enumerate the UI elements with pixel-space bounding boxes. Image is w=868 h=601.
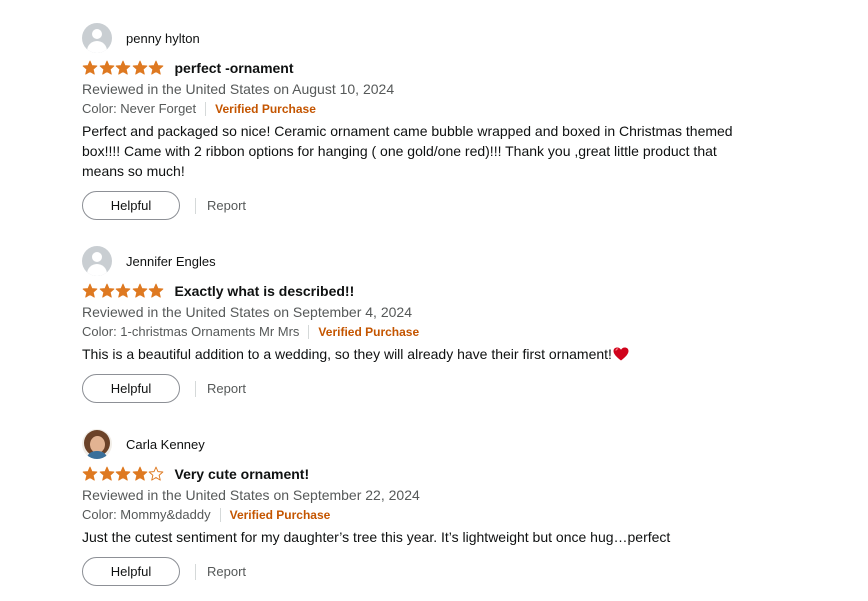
- review-title[interactable]: Exactly what is described!!: [175, 283, 355, 299]
- report-link[interactable]: Report: [207, 198, 246, 213]
- star-empty-icon: [148, 466, 164, 481]
- star-filled-icon: [132, 283, 147, 298]
- default-avatar-icon: [82, 246, 112, 276]
- review-item: penny hylton perfect -ornament Reviewed …: [82, 22, 782, 220]
- reviewer-name[interactable]: Jennifer Engles: [126, 254, 216, 269]
- star-filled-icon: [148, 60, 164, 75]
- helpful-button[interactable]: Helpful: [82, 374, 180, 403]
- star-filled-icon: [99, 283, 114, 298]
- review-body: This is a beautiful addition to a weddin…: [82, 346, 612, 362]
- review-variant[interactable]: Color: Never Forget: [82, 99, 196, 119]
- helpful-button[interactable]: Helpful: [82, 557, 180, 586]
- star-filled-icon: [82, 60, 98, 75]
- star-filled-icon: [82, 283, 98, 298]
- review-body-container: This is a beautiful addition to a weddin…: [82, 344, 754, 364]
- divider: [308, 325, 310, 339]
- default-avatar-icon: [82, 23, 112, 53]
- star-filled-icon: [82, 466, 98, 481]
- review-date: Reviewed in the United States on August …: [82, 81, 395, 97]
- review-item: Jennifer Engles Exactly what is describe…: [82, 245, 782, 403]
- verified-purchase-badge: Verified Purchase: [229, 508, 331, 522]
- photo-avatar: [82, 429, 112, 459]
- review-body: Just the cutest sentiment for my daughte…: [82, 529, 671, 545]
- report-link[interactable]: Report: [207, 381, 246, 396]
- report-link[interactable]: Report: [207, 564, 246, 579]
- review-date: Reviewed in the United States on Septemb…: [82, 304, 412, 320]
- star-rating[interactable]: [82, 60, 165, 76]
- review-body: Perfect and packaged so nice! Ceramic or…: [82, 123, 733, 179]
- review-title[interactable]: Very cute ornament!: [175, 466, 310, 482]
- review-variant[interactable]: Color: Mommy&daddy: [82, 505, 211, 525]
- star-filled-icon: [115, 466, 131, 481]
- star-filled-icon: [99, 60, 114, 75]
- divider: [195, 197, 196, 214]
- reviewer-profile[interactable]: Jennifer Engles: [82, 245, 782, 277]
- review-item: Carla Kenney Very cute ornament! Reviewe…: [82, 428, 782, 586]
- review-title[interactable]: perfect -ornament: [175, 60, 294, 76]
- star-filled-icon: [148, 283, 164, 298]
- reviewer-name[interactable]: Carla Kenney: [126, 437, 205, 452]
- verified-purchase-badge: Verified Purchase: [318, 325, 420, 339]
- divider: [195, 563, 196, 580]
- star-filled-icon: [99, 466, 114, 481]
- review-date: Reviewed in the United States on Septemb…: [82, 487, 420, 503]
- star-filled-icon: [115, 60, 131, 75]
- divider: [219, 508, 221, 522]
- verified-purchase-badge: Verified Purchase: [215, 102, 316, 116]
- reviewer-name[interactable]: penny hylton: [126, 31, 200, 46]
- divider: [205, 102, 207, 116]
- helpful-button[interactable]: Helpful: [82, 191, 180, 220]
- reviewer-profile[interactable]: Carla Kenney: [82, 428, 782, 460]
- reviewer-profile[interactable]: penny hylton: [82, 22, 782, 54]
- star-filled-icon: [132, 60, 147, 75]
- star-filled-icon: [132, 466, 147, 481]
- divider: [195, 380, 196, 397]
- star-rating[interactable]: [82, 466, 165, 482]
- star-rating[interactable]: [82, 283, 165, 299]
- heart-emoji-icon: [613, 347, 629, 361]
- star-filled-icon: [115, 283, 131, 298]
- review-variant[interactable]: Color: 1-christmas Ornaments Mr Mrs: [82, 322, 299, 342]
